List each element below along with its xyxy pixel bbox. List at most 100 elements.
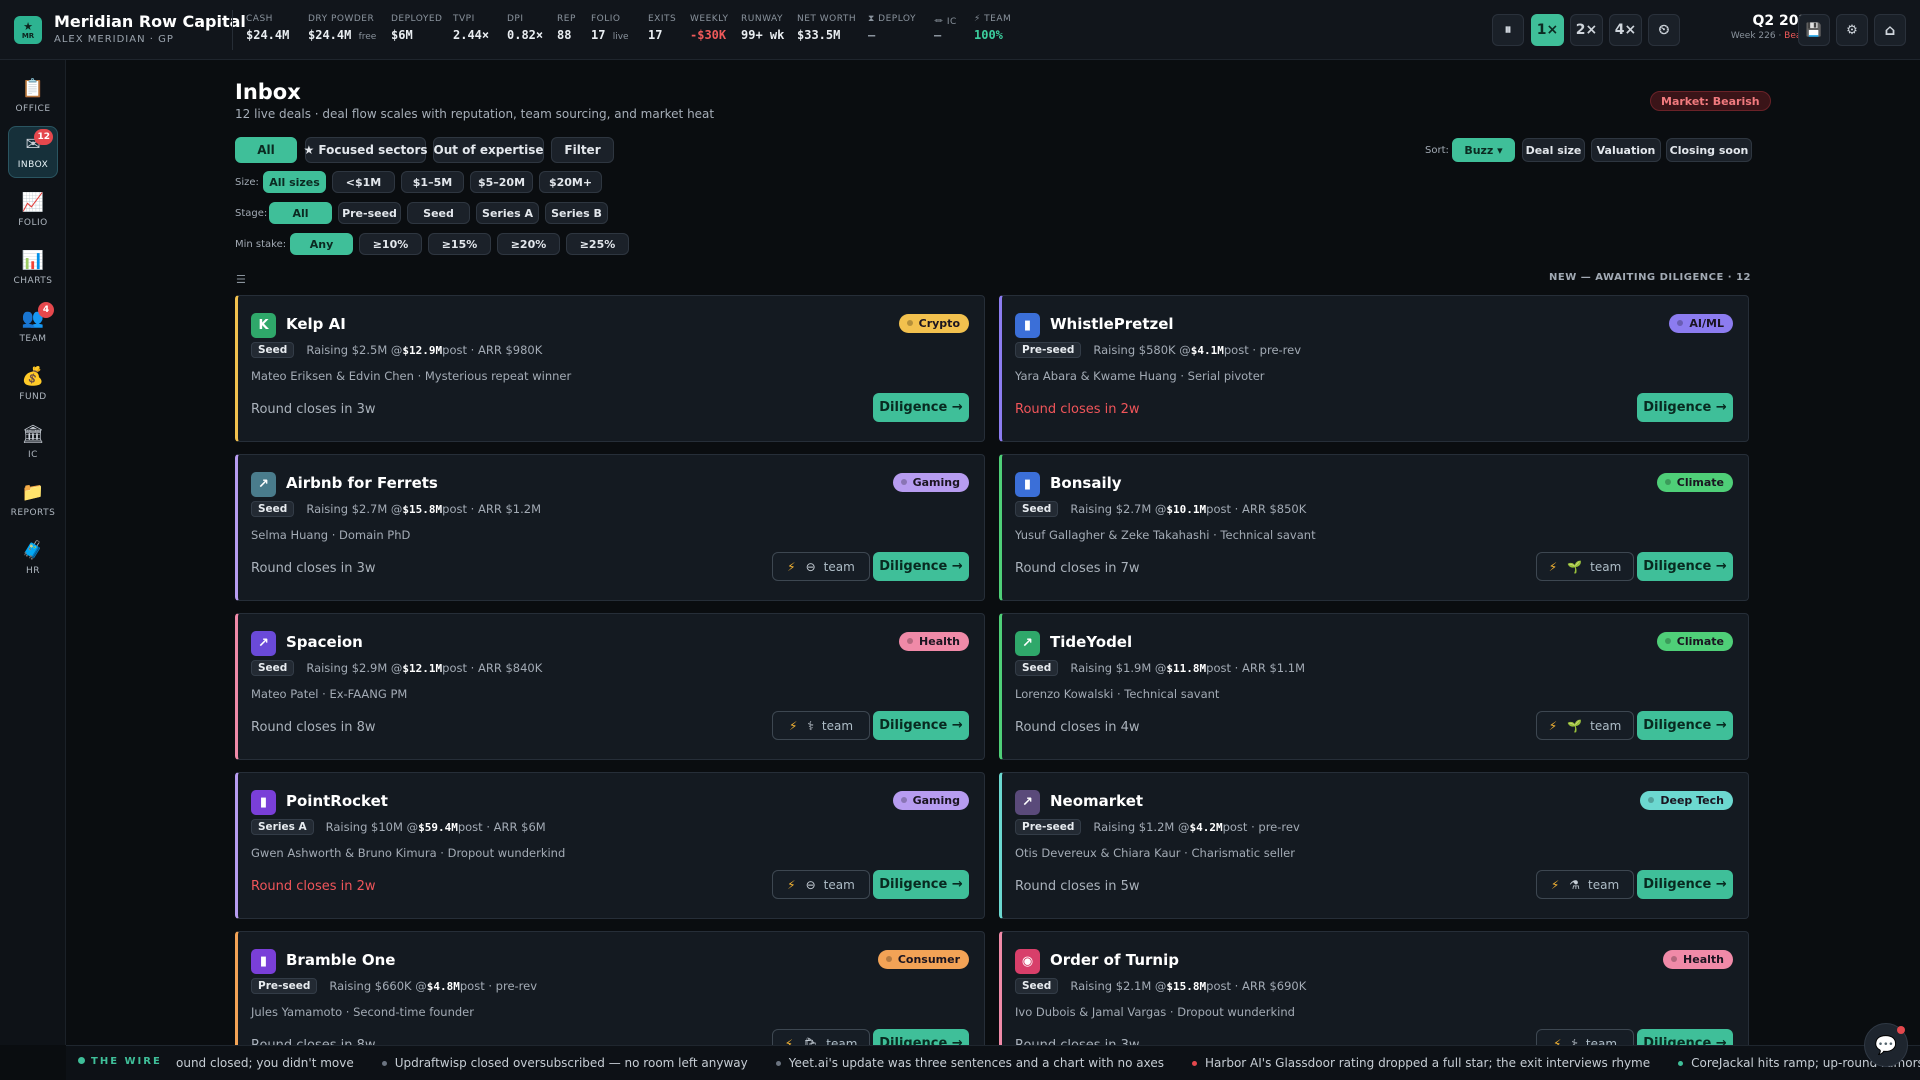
sidebar-item-inbox[interactable]: ✉ INBOX 12 xyxy=(8,126,58,178)
size-all-button[interactable]: All sizes xyxy=(263,171,326,193)
size-1-5m-button[interactable]: $1–5M xyxy=(401,171,464,193)
stat-label: EXITS xyxy=(648,14,677,24)
stake-25-button[interactable]: ≥25% xyxy=(566,233,629,255)
stat-value: 17 xyxy=(648,28,663,42)
sidebar-item-team[interactable]: 👥 TEAM 4 xyxy=(8,300,58,352)
raise-amount: Raising $660K @ xyxy=(329,979,427,993)
stat-team: ⚡ TEAM 100% xyxy=(974,14,1011,42)
speed-2x-button[interactable]: 2× xyxy=(1570,14,1603,46)
founders: Yara Abara & Kwame Huang · Serial pivote… xyxy=(1015,369,1265,383)
ticker-text: ound closed; you didn't move xyxy=(176,1056,354,1070)
deal-card[interactable]: ↗ Neomarket Deep Tech Pre-seed Raising $1.2M… xyxy=(999,772,1749,919)
deal-card[interactable]: ↗ TideYodel Climate Seed Raising $1.9M @ $11… xyxy=(999,613,1749,760)
team-button-label: team xyxy=(1590,718,1622,733)
deal-card[interactable]: ▮ Bonsaily Climate Seed Raising $2.7M @ $10.… xyxy=(999,454,1749,601)
sidebar-item-hr[interactable]: 🧳 HR xyxy=(8,532,58,584)
team-source-button[interactable]: ⚡ 🌱 team xyxy=(1536,552,1634,581)
diligence-button[interactable]: Diligence → xyxy=(873,552,969,581)
team-source-button[interactable]: ⚡ ⊖ team xyxy=(772,552,870,581)
valuation: $4.8M xyxy=(426,979,460,993)
sidebar-item-label: OFFICE xyxy=(15,104,51,114)
save-button[interactable]: 💾 xyxy=(1798,14,1830,46)
stage-badge: Series A xyxy=(251,819,314,835)
team-source-button[interactable]: ⚡ ⚗ team xyxy=(1536,870,1634,899)
size-5-20m-button[interactable]: $5–20M xyxy=(470,171,533,193)
stat-label: ⏛ IC xyxy=(934,17,957,27)
diligence-button[interactable]: Diligence → xyxy=(873,393,969,422)
team-source-button[interactable]: ⚡ ⊖ team xyxy=(772,870,870,899)
chat-button[interactable]: 💬 xyxy=(1864,1023,1908,1067)
deal-card[interactable]: ▮ PointRocket Gaming Series A Raising $10M @… xyxy=(235,772,985,919)
speed-1x-button[interactable]: 1× xyxy=(1531,14,1564,46)
sidebar-item-folio[interactable]: 📈 FOLIO xyxy=(8,184,58,236)
filter-all-button[interactable]: All xyxy=(235,137,297,163)
diligence-button[interactable]: Diligence → xyxy=(1637,711,1733,740)
sector-dot-icon xyxy=(900,797,907,803)
stake-15-button[interactable]: ≥15% xyxy=(428,233,491,255)
ticker-text: Yeet.ai's update was three sentences and… xyxy=(788,1056,1165,1070)
notification-badge: 12 xyxy=(34,129,53,145)
filter-button[interactable]: Filter xyxy=(551,137,614,163)
stage-seed-button[interactable]: Seed xyxy=(407,202,470,224)
size-label: Size: xyxy=(235,177,259,188)
company-logo-mark: ↗ xyxy=(1022,636,1033,651)
company-name: Neomarket xyxy=(1050,792,1144,810)
diligence-button[interactable]: Diligence → xyxy=(1637,870,1733,899)
stage-all-button[interactable]: All xyxy=(269,202,332,224)
team-source-button[interactable]: ⚡ 🌱 team xyxy=(1536,711,1634,740)
sort-buzz-button[interactable]: Buzz ▾ xyxy=(1452,138,1515,162)
ticker-label-text: THE WIRE xyxy=(91,1056,162,1067)
diligence-button[interactable]: Diligence → xyxy=(873,870,969,899)
sidebar-item-charts[interactable]: 📊 CHARTS xyxy=(8,242,58,294)
diligence-button[interactable]: Diligence → xyxy=(1637,552,1733,581)
stage-badge: Seed xyxy=(1015,501,1059,517)
diligence-button[interactable]: Diligence → xyxy=(1637,393,1733,422)
round-closes: Round closes in 2w xyxy=(251,879,376,894)
sidebar-item-fund[interactable]: 💰 FUND xyxy=(8,358,58,410)
news-ticker: THE WIRE ound closed; you didn't move Upd… xyxy=(66,1045,1920,1080)
team-source-button[interactable]: ⚡ ⚕ team xyxy=(772,711,870,740)
home-button[interactable]: ⌂ xyxy=(1874,14,1906,46)
deal-card[interactable]: K Kelp AI Crypto Seed Raising $2.5M @ $12.9M… xyxy=(235,295,985,442)
sort-valuation-button[interactable]: Valuation xyxy=(1591,138,1661,162)
sidebar-item-label: IC xyxy=(28,450,38,460)
sidebar-item-ic[interactable]: 🏛 IC xyxy=(8,416,58,468)
deal-terms: Pre-seed Raising $1.2M @ $4.2M post · pre… xyxy=(1015,819,1300,835)
stake-20-button[interactable]: ≥20% xyxy=(497,233,560,255)
deal-card[interactable]: ▮ WhistlePretzel AI/ML Pre-seed Raising $580… xyxy=(999,295,1749,442)
deal-terms: Seed Raising $2.1M @ $15.8M post · ARR $6… xyxy=(1015,978,1306,994)
pause-button[interactable]: ⏸ xyxy=(1492,14,1524,46)
stage-series-a-button[interactable]: Series A xyxy=(476,202,539,224)
deal-card[interactable]: ↗ Spaceion Health Seed Raising $2.9M @ $12.1… xyxy=(235,613,985,760)
stage-pre-seed-button[interactable]: Pre-seed xyxy=(338,202,401,224)
round-closes: Round closes in 3w xyxy=(251,402,376,417)
stake-10-button[interactable]: ≥10% xyxy=(359,233,422,255)
sidebar-item-office[interactable]: 📋 OFFICE xyxy=(8,70,58,122)
stat-value: 99+ wk xyxy=(741,28,785,42)
sidebar-item-reports[interactable]: 📁 REPORTS xyxy=(8,474,58,526)
top-bar: ★ MR Meridian Row Capital ALEX MERIDIAN … xyxy=(0,0,1920,60)
filter-out-of-expertise-button[interactable]: Out of expertise xyxy=(433,137,544,163)
diligence-button[interactable]: Diligence → xyxy=(873,711,969,740)
company-logo-mark: ▮ xyxy=(259,954,268,969)
size-under-1m-button[interactable]: <$1M xyxy=(332,171,395,193)
sort-deal-size-button[interactable]: Deal size xyxy=(1522,138,1585,162)
stage-series-b-button[interactable]: Series B xyxy=(545,202,608,224)
speed-4x-button[interactable]: 4× xyxy=(1609,14,1642,46)
brand-initials: MR xyxy=(21,31,35,40)
filter-focused-sectors-button[interactable]: ★ Focused sectors xyxy=(303,137,428,163)
brand-name: Meridian Row Capital xyxy=(54,12,246,31)
sidebar-item-label: HR xyxy=(25,566,41,576)
size-20m-plus-button[interactable]: $20M+ xyxy=(539,171,602,193)
lightning-icon: ⚡ xyxy=(787,559,796,574)
settings-button[interactable]: ⚙ xyxy=(1836,14,1868,46)
raise-amount: Raising $580K @ xyxy=(1093,343,1191,357)
timer-button[interactable]: ⏲ xyxy=(1648,14,1680,46)
stake-any-button[interactable]: Any xyxy=(290,233,353,255)
sort-label: Sort: xyxy=(1425,145,1449,156)
deal-card[interactable]: ↗ Airbnb for Ferrets Gaming Seed Raising $2.… xyxy=(235,454,985,601)
company-logo-mark: ↗ xyxy=(1022,795,1033,810)
stat-value: 2.44× xyxy=(453,28,490,42)
sort-closing-soon-button[interactable]: Closing soon xyxy=(1666,138,1752,162)
list-view-icon[interactable]: ☰ xyxy=(236,273,246,286)
